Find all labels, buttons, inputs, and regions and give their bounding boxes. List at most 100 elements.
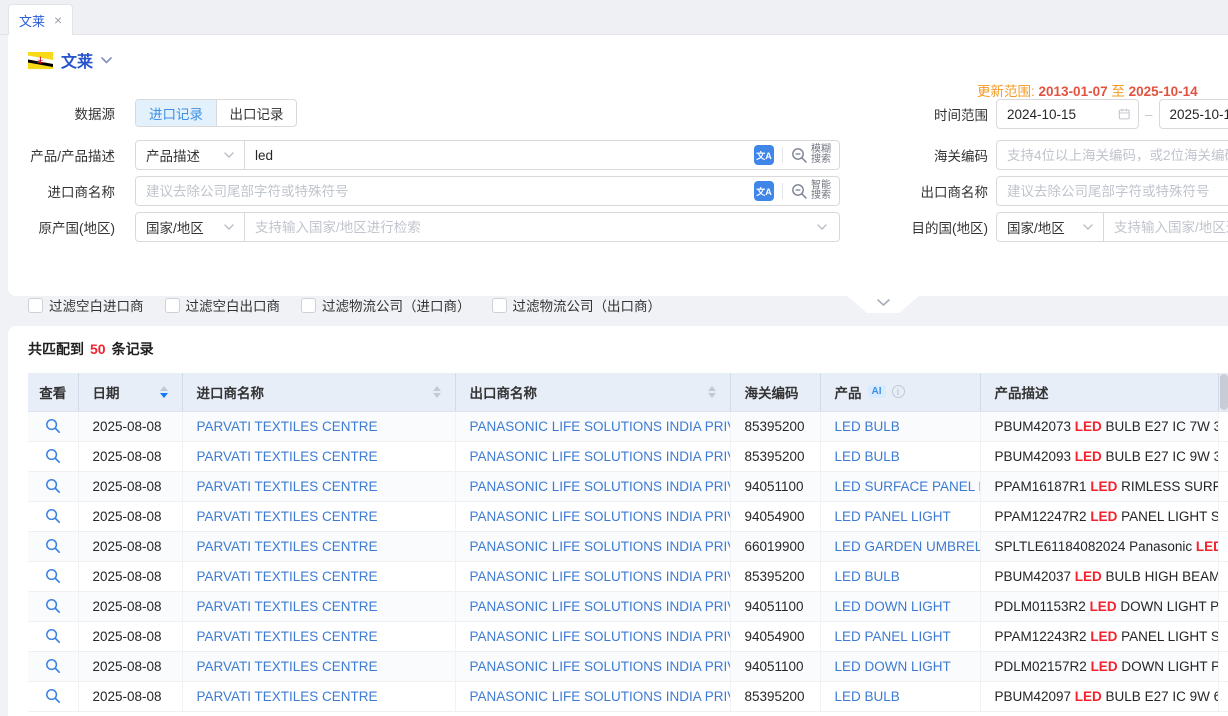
- exporter-link[interactable]: PANASONIC LIFE SOLUTIONS INDIA PRIVAT...: [470, 569, 731, 584]
- product-link[interactable]: LED GARDEN UMBREL...: [835, 539, 981, 554]
- product-link[interactable]: LED DOWN LIGHT: [835, 659, 951, 674]
- checkbox-box[interactable]: [301, 298, 316, 313]
- dest-country-select[interactable]: 国家/地区: [996, 212, 1104, 242]
- product-link[interactable]: LED SURFACE PANEL L...: [835, 479, 981, 494]
- exporter-link[interactable]: PANASONIC LIFE SOLUTIONS INDIA PRIVAT...: [470, 599, 731, 614]
- product-desc-cell: PBUM42073 LED BULB E27 IC 7W 30...: [980, 411, 1218, 441]
- product-link[interactable]: LED BULB: [835, 689, 900, 704]
- exporter-name-input[interactable]: [996, 176, 1228, 206]
- start-date-input[interactable]: [997, 101, 1118, 127]
- importer-link[interactable]: PARVATI TEXTILES CENTRE: [197, 539, 378, 554]
- highlight-keyword: LED: [1075, 419, 1102, 434]
- exporter-cell: PANASONIC LIFE SOLUTIONS INDIA PRIVAT...: [455, 561, 730, 591]
- search-icon: [791, 183, 808, 200]
- filter-checkbox[interactable]: 过滤空白进口商: [28, 295, 144, 315]
- chevron-down-icon: [224, 224, 234, 230]
- sort-button-exporter[interactable]: [700, 386, 716, 398]
- exporter-link[interactable]: PANASONIC LIFE SOLUTIONS INDIA PRIVAT...: [470, 689, 731, 704]
- importer-link[interactable]: PARVATI TEXTILES CENTRE: [197, 479, 378, 494]
- scrollbar-gutter: [1218, 373, 1228, 411]
- end-date-input[interactable]: [1160, 101, 1228, 127]
- exporter-link[interactable]: PANASONIC LIFE SOLUTIONS INDIA PRIVAT...: [470, 539, 731, 554]
- exporter-cell: PANASONIC LIFE SOLUTIONS INDIA PRIVAT...: [455, 411, 730, 441]
- magnifier-icon[interactable]: [45, 448, 61, 464]
- country-selector[interactable]: 文莱: [28, 48, 112, 72]
- product-field-select[interactable]: 产品描述: [135, 140, 245, 170]
- importer-name-input[interactable]: [136, 178, 754, 204]
- toggle-import-records[interactable]: 进口记录: [136, 100, 216, 126]
- checkbox-box[interactable]: [492, 298, 507, 313]
- scrollbar-gutter-cell: [1218, 591, 1228, 621]
- product-desc-cell: PDLM01153R2 LED DOWN LIGHT PC...: [980, 591, 1218, 621]
- dest-country-input[interactable]: [1104, 214, 1228, 240]
- col-header-exporter: 出口商名称: [455, 373, 730, 411]
- product-link[interactable]: LED BULB: [835, 449, 900, 464]
- checkbox-box[interactable]: [28, 298, 43, 313]
- importer-cell: PARVATI TEXTILES CENTRE: [182, 681, 455, 711]
- importer-link[interactable]: PARVATI TEXTILES CENTRE: [197, 419, 378, 434]
- importer-link[interactable]: PARVATI TEXTILES CENTRE: [197, 509, 378, 524]
- translate-icon[interactable]: 文A: [754, 145, 774, 165]
- sort-button-date[interactable]: [152, 386, 168, 398]
- checkbox-box[interactable]: [165, 298, 180, 313]
- product-search-input[interactable]: [245, 142, 754, 168]
- importer-label: 进口商名称: [8, 181, 115, 201]
- search-form-panel: 文莱 更新范围: 2013-01-07 至 2025-10-14 数据源 进口记…: [8, 35, 1228, 296]
- scrollbar-thumb[interactable]: [1220, 374, 1228, 410]
- filter-checkbox[interactable]: 过滤物流公司（进口商）: [301, 295, 471, 315]
- magnifier-icon[interactable]: [45, 598, 61, 614]
- exporter-link[interactable]: PANASONIC LIFE SOLUTIONS INDIA PRIVAT...: [470, 449, 731, 464]
- collapse-panel-button[interactable]: [847, 296, 919, 313]
- view-cell: [28, 681, 78, 711]
- exporter-link[interactable]: PANASONIC LIFE SOLUTIONS INDIA PRIVAT...: [470, 659, 731, 674]
- product-link[interactable]: LED DOWN LIGHT: [835, 599, 951, 614]
- table-row: 2025-08-08 PARVATI TEXTILES CENTRE PANAS…: [28, 501, 1228, 531]
- smart-search-button[interactable]: 智能 搜索: [791, 181, 831, 201]
- filter-checkbox[interactable]: 过滤空白出口商: [165, 295, 281, 315]
- exporter-link[interactable]: PANASONIC LIFE SOLUTIONS INDIA PRIVAT...: [470, 629, 731, 644]
- exporter-link[interactable]: PANASONIC LIFE SOLUTIONS INDIA PRIVAT...: [470, 479, 731, 494]
- toggle-export-records[interactable]: 出口记录: [216, 100, 296, 126]
- magnifier-icon[interactable]: [45, 508, 61, 524]
- hs-code-input[interactable]: [996, 140, 1228, 170]
- importer-link[interactable]: PARVATI TEXTILES CENTRE: [197, 569, 378, 584]
- table-row: 2025-08-08 PARVATI TEXTILES CENTRE PANAS…: [28, 441, 1228, 471]
- fuzzy-search-button[interactable]: 模糊 搜索: [791, 145, 831, 165]
- view-cell: [28, 621, 78, 651]
- magnifier-icon[interactable]: [45, 418, 61, 434]
- translate-icon[interactable]: 文A: [754, 181, 774, 201]
- magnifier-icon[interactable]: [45, 538, 61, 554]
- product-link[interactable]: LED BULB: [835, 419, 900, 434]
- exporter-link[interactable]: PANASONIC LIFE SOLUTIONS INDIA PRIVAT...: [470, 509, 731, 524]
- chevron-down-icon: [877, 299, 890, 307]
- close-icon[interactable]: ×: [54, 13, 62, 27]
- result-summary: 共匹配到50条记录: [28, 339, 154, 359]
- importer-link[interactable]: PARVATI TEXTILES CENTRE: [197, 599, 378, 614]
- start-date-picker[interactable]: [996, 99, 1139, 129]
- origin-country-input[interactable]: [245, 214, 817, 240]
- tab-brunei[interactable]: 文莱 ×: [8, 4, 73, 35]
- table-row: 2025-08-08 PARVATI TEXTILES CENTRE PANAS…: [28, 561, 1228, 591]
- product-link[interactable]: LED PANEL LIGHT: [835, 629, 951, 644]
- magnifier-icon[interactable]: [45, 628, 61, 644]
- product-link[interactable]: LED PANEL LIGHT: [835, 509, 951, 524]
- magnifier-icon[interactable]: [45, 658, 61, 674]
- magnifier-icon[interactable]: [45, 568, 61, 584]
- end-date-picker[interactable]: [1159, 99, 1228, 129]
- importer-cell: PARVATI TEXTILES CENTRE: [182, 501, 455, 531]
- info-circle-icon[interactable]: i: [892, 385, 905, 398]
- importer-cell: PARVATI TEXTILES CENTRE: [182, 411, 455, 441]
- exporter-link[interactable]: PANASONIC LIFE SOLUTIONS INDIA PRIVAT...: [470, 419, 731, 434]
- col-header-importer: 进口商名称: [182, 373, 455, 411]
- importer-link[interactable]: PARVATI TEXTILES CENTRE: [197, 689, 378, 704]
- origin-country-select[interactable]: 国家/地区: [135, 212, 245, 242]
- importer-link[interactable]: PARVATI TEXTILES CENTRE: [197, 449, 378, 464]
- product-link[interactable]: LED BULB: [835, 569, 900, 584]
- magnifier-icon[interactable]: [45, 688, 61, 704]
- importer-link[interactable]: PARVATI TEXTILES CENTRE: [197, 629, 378, 644]
- magnifier-icon[interactable]: [45, 478, 61, 494]
- importer-link[interactable]: PARVATI TEXTILES CENTRE: [197, 659, 378, 674]
- sort-button-importer[interactable]: [425, 386, 441, 398]
- filter-checkbox[interactable]: 过滤物流公司（出口商）: [492, 295, 662, 315]
- highlight-keyword: LED: [1091, 659, 1118, 674]
